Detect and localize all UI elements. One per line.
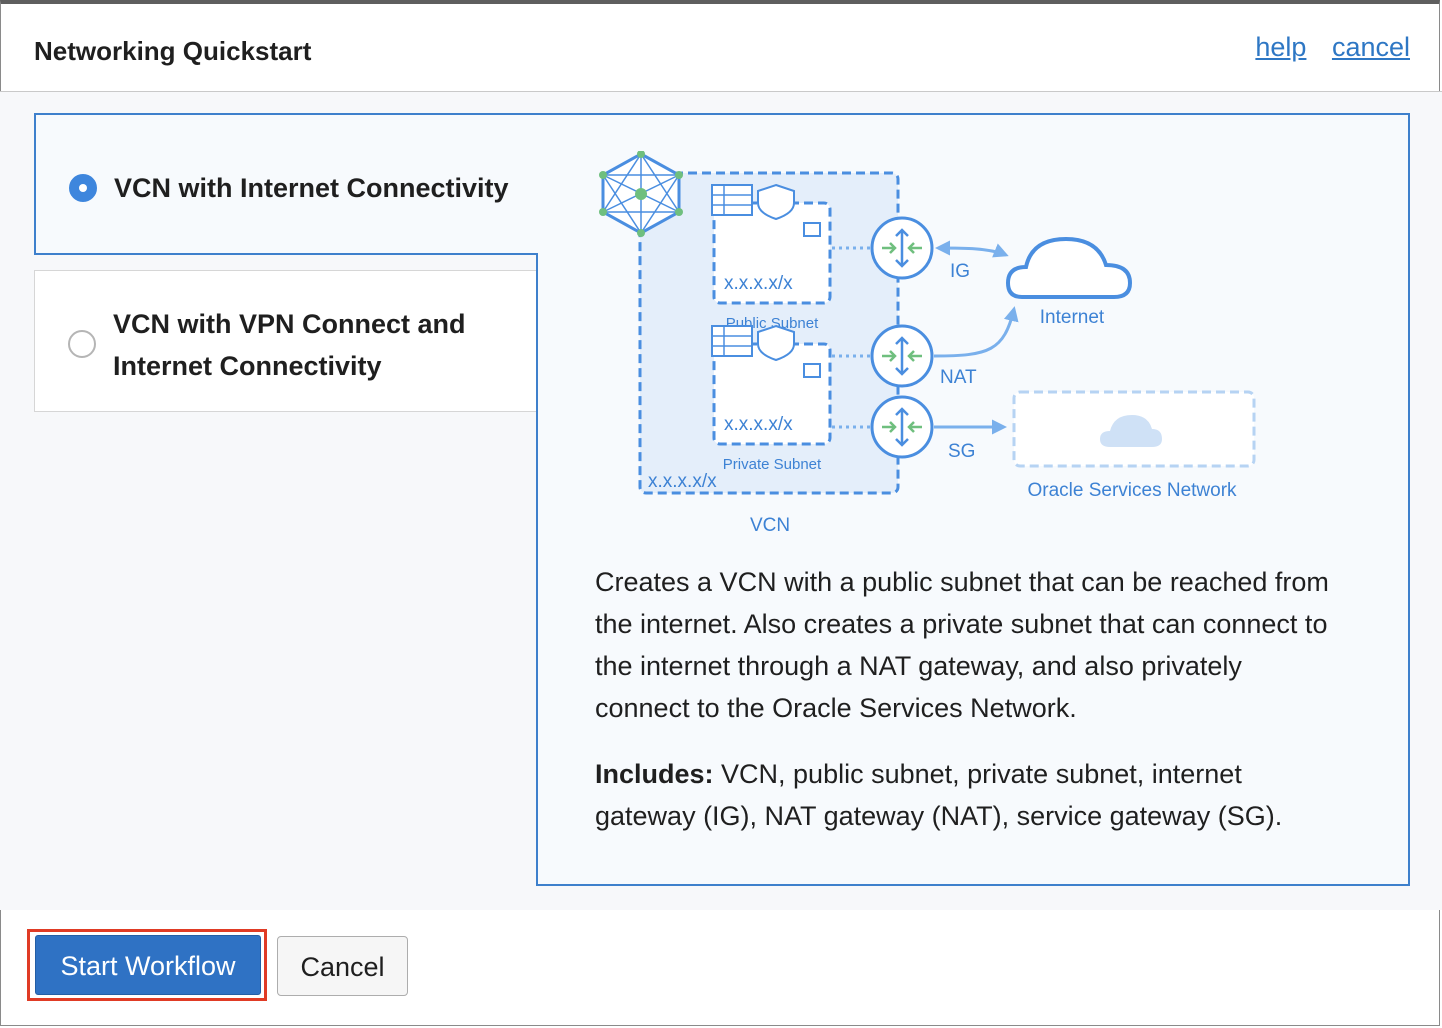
option-label: VCN with Internet Connectivity [114, 173, 509, 203]
option-label: VCN with VPN Connect and Internet Connec… [113, 309, 466, 381]
route-table-icon [711, 184, 753, 216]
nat-gateway-icon [870, 324, 934, 388]
dialog-title: Networking Quickstart [34, 36, 312, 66]
radio-unselected[interactable] [68, 330, 96, 358]
route-table-icon [711, 325, 753, 357]
sg-label: SG [948, 441, 975, 462]
option-vcn-internet[interactable]: VCN with Internet Connectivity [34, 113, 538, 255]
nat-label: NAT [940, 367, 977, 388]
vcn-label: VCN [750, 515, 790, 536]
service-gateway-icon [870, 395, 934, 459]
option-includes: Includes: VCN, public subnet, private su… [595, 753, 1335, 837]
option-vcn-vpn-internet[interactable]: VCN with VPN Connect and Internet Connec… [34, 270, 538, 412]
dialog-header: Networking Quickstart help cancel [0, 4, 1442, 92]
help-link[interactable]: help [1255, 32, 1306, 62]
ig-label: IG [950, 261, 970, 282]
public-subnet-cidr: x.x.x.x/x [724, 273, 793, 294]
dialog-body: VCN with Internet Connectivity VCN with … [0, 92, 1442, 910]
private-subnet-cidr: x.x.x.x/x [724, 414, 793, 435]
internet-cloud-icon [1005, 236, 1133, 299]
header-links: help cancel [1237, 32, 1410, 63]
network-diagram: x.x.x.x/x Public Subnet x.x.x.x/x Privat… [599, 151, 1256, 536]
dialog-footer: Start Workflow Cancel [0, 910, 1442, 1028]
private-subnet-label: Private Subnet [723, 456, 822, 473]
internet-gateway-icon [870, 216, 934, 280]
cancel-link[interactable]: cancel [1332, 32, 1410, 62]
security-list-icon [757, 324, 795, 362]
lock-open-icon [803, 222, 821, 237]
option-detail-panel: x.x.x.x/x Public Subnet x.x.x.x/x Privat… [536, 113, 1410, 886]
includes-label: Includes: [595, 759, 714, 789]
osn-label: Oracle Services Network [1027, 480, 1237, 501]
vcn-cidr: x.x.x.x/x [648, 471, 717, 492]
radio-selected[interactable] [69, 174, 97, 202]
start-workflow-button[interactable]: Start Workflow [35, 935, 261, 995]
option-description: Creates a VCN with a public subnet that … [595, 567, 1329, 723]
lock-icon [803, 363, 821, 378]
internet-label: Internet [1040, 307, 1105, 328]
cancel-button[interactable]: Cancel [277, 936, 408, 996]
security-list-icon [757, 183, 795, 221]
